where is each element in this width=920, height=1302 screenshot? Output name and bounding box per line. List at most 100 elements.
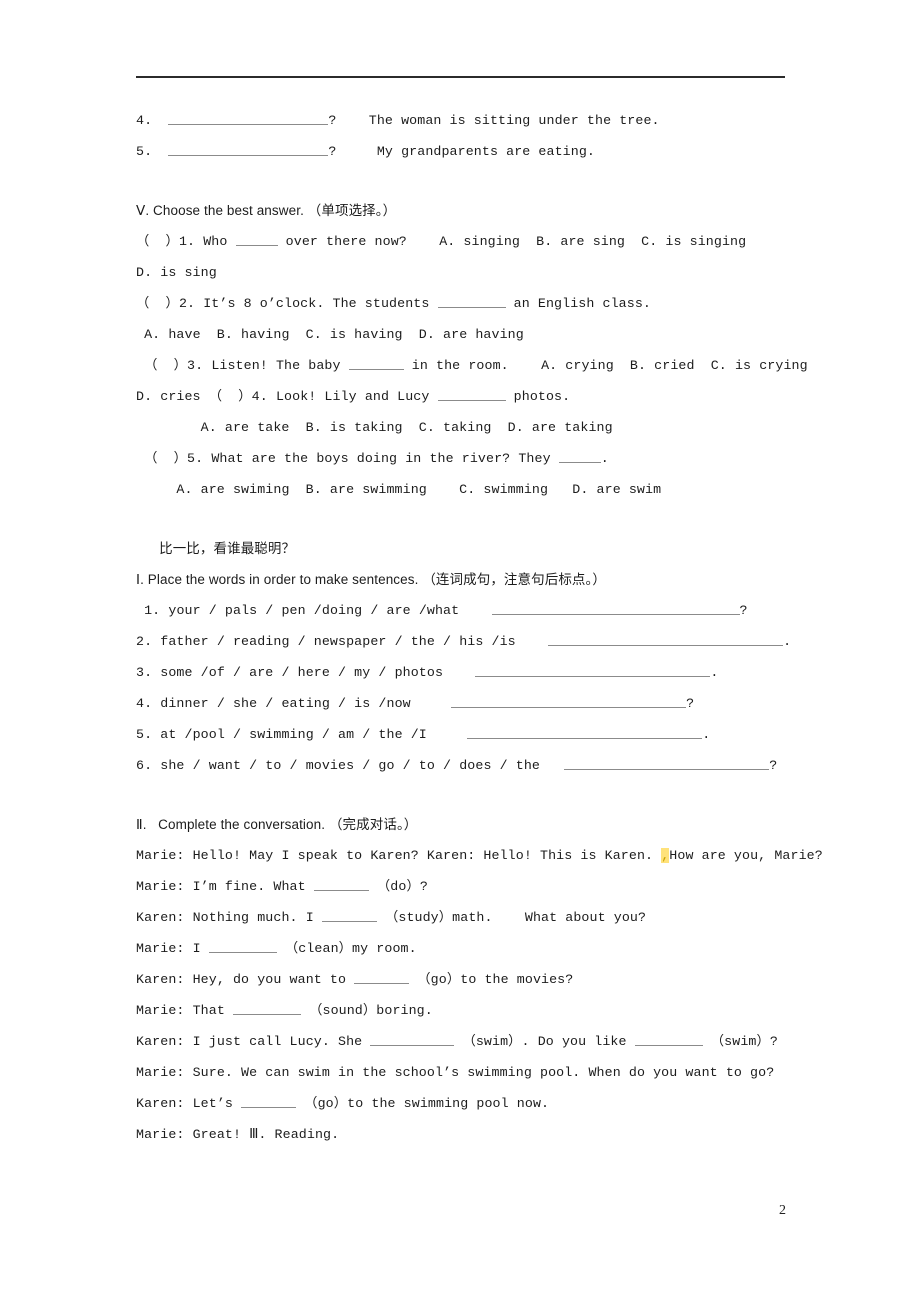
worksheet-page: 4. ? The woman is sitting under the tree… [0, 0, 920, 1302]
document-body: 4. ? The woman is sitting under the tree… [136, 105, 823, 1150]
dialogue-text: Nothing much. I [192, 910, 314, 925]
answer-blank[interactable] [370, 1032, 455, 1046]
answer-blank[interactable] [241, 1094, 297, 1108]
choice-question-2: （ ）2. It’s 8 o’clock. The students an En… [136, 288, 796, 319]
dialogue-line: Marie: Hello! May I speak to Karen? Kare… [136, 840, 823, 871]
choice-marker[interactable]: （ ）5. [144, 451, 203, 466]
item-number: 4. [136, 696, 153, 711]
answer-blank[interactable] [451, 694, 687, 708]
answer-blank[interactable] [467, 725, 703, 739]
options: A. are swiming B. are swimming C. swimmi… [176, 482, 662, 497]
choice-question-4: D. cries （ ）4. Look! Lily and Lucy photo… [136, 381, 796, 412]
stem-after: photos. [513, 389, 571, 404]
order-item-4: 4. dinner / she / eating / is /now ? [136, 688, 796, 719]
choice-question-5: （ ）5. What are the boys doing in the riv… [136, 443, 796, 474]
word-bank: she / want / to / movies / go / to / doe… [160, 758, 540, 773]
compare-title: 比一比，看谁最聪明？ [136, 533, 796, 564]
stem-before: Look! Lily and Lucy [275, 389, 430, 404]
compare-title-text: 比一比，看谁最聪明？ [159, 541, 296, 556]
speaker-label: Karen: [136, 910, 185, 925]
speaker-label: Marie: [136, 1065, 185, 1080]
choice-marker[interactable]: （ ）4. [209, 389, 268, 404]
question-number: 5. [136, 144, 153, 159]
dialogue-text: Let’s [192, 1096, 233, 1111]
speaker-label: Karen: [136, 1096, 185, 1111]
dialogue-cue: （do）? [376, 879, 428, 894]
speaker-label: Marie: [136, 941, 185, 956]
item-number: 3. [136, 665, 153, 680]
item-number: 2. [136, 634, 153, 649]
dialogue-cue-2: （swim）? [710, 1034, 778, 1049]
dialogue-cue: （swim）. Do you like [462, 1034, 627, 1049]
speaker-label: Karen: [136, 1034, 185, 1049]
header-rule [136, 76, 785, 78]
choice-question-1: （ ）1. Who over there now? A. singing B. … [136, 226, 796, 257]
given-answer: The woman is sitting under the tree. [368, 113, 660, 128]
answer-blank[interactable] [548, 632, 784, 646]
part-ii-heading: Ⅱ. Complete the conversation. （完成对话。） [136, 817, 418, 832]
dialogue-text: Great! Ⅲ. Reading. [192, 1127, 340, 1142]
word-bank: at /pool / swimming / am / the /I [160, 727, 427, 742]
dialogue-cue: （go）to the swimming pool now. [304, 1096, 550, 1111]
speaker-label: Marie: [136, 1003, 185, 1018]
word-bank: father / reading / newspaper / the / his… [160, 634, 516, 649]
answer-blank[interactable] [475, 663, 711, 677]
options-cont: D. cries [136, 389, 201, 404]
dialogue-text-cont: How are you, Marie? [669, 848, 823, 863]
answer-blank[interactable] [354, 970, 410, 984]
options: A. singing B. are sing C. is singing [439, 234, 747, 249]
choice-question-1-options-cont: D. is sing [136, 265, 217, 280]
answer-blank[interactable] [634, 1032, 703, 1046]
answer-blank[interactable] [313, 877, 369, 891]
answer-blank[interactable] [558, 449, 601, 463]
dialogue-text: Sure. We can swim in the school’s swimmi… [192, 1065, 775, 1080]
stem-before: What are the boys doing in the river? Th… [211, 451, 551, 466]
choice-marker[interactable]: （ ）3. [144, 358, 203, 373]
choice-marker[interactable]: （ ）2. [136, 296, 195, 311]
dialogue-line: Karen: Let’s （go）to the swimming pool no… [136, 1088, 796, 1119]
dialogue-line: Marie: Sure. We can swim in the school’s… [136, 1057, 796, 1088]
choice-question-2-options: A. have B. having C. is having D. are ha… [136, 319, 796, 350]
answer-blank[interactable] [168, 111, 329, 125]
answer-blank[interactable] [208, 939, 277, 953]
answer-blank[interactable] [321, 908, 377, 922]
question-row: 5. ? My grandparents are eating. [136, 136, 796, 167]
choice-question-5-options: A. are swiming B. are swimming C. swimmi… [136, 474, 796, 505]
speaker-label: Marie: [136, 1127, 185, 1142]
order-item-6: 6. she / want / to / movies / go / to / … [136, 750, 796, 781]
options: A. are take B. is taking C. taking D. ar… [200, 420, 613, 435]
question-row: 4. ? The woman is sitting under the tree… [136, 105, 796, 136]
answer-blank[interactable] [233, 1001, 301, 1015]
end-punct: . [710, 665, 719, 680]
order-item-3: 3. some /of / are / here / my / photos . [136, 657, 796, 688]
speaker-label: Karen: [136, 972, 185, 987]
answer-blank[interactable] [348, 356, 404, 370]
speaker-label: Marie: [136, 879, 185, 894]
answer-blank[interactable] [491, 601, 740, 615]
dialogue-cue: （study）math. What about you? [384, 910, 647, 925]
answer-blank[interactable] [235, 232, 278, 246]
question-number: 4. [136, 113, 153, 128]
answer-blank[interactable] [564, 756, 770, 770]
choice-question-4-options: A. are take B. is taking C. taking D. ar… [136, 412, 796, 443]
end-punct: . [783, 634, 792, 649]
stem-after: . [600, 451, 609, 466]
item-number: 1. [144, 603, 161, 618]
answer-blank[interactable] [437, 294, 506, 308]
dialogue-line: Marie: I （clean）my room. [136, 933, 796, 964]
choice-marker[interactable]: （ ）1. [136, 234, 195, 249]
word-bank: your / pals / pen /doing / are /what [168, 603, 460, 618]
end-punct: ? [739, 603, 748, 618]
answer-blank[interactable] [437, 387, 506, 401]
dialogue-line: Marie: Great! Ⅲ. Reading. [136, 1119, 796, 1150]
choice-question-3: （ ）3. Listen! The baby in the room. A. c… [136, 350, 807, 381]
answer-blank[interactable] [168, 142, 329, 156]
dialogue-cue: （go）to the movies? [417, 972, 574, 987]
part-i-heading: Ⅰ. Place the words in order to make sent… [136, 572, 606, 587]
options: A. have B. having C. is having D. are ha… [144, 327, 524, 342]
stem-before: Listen! The baby [211, 358, 341, 373]
dialogue-text: Hello! May I speak to Karen? Karen: Hell… [192, 848, 654, 863]
